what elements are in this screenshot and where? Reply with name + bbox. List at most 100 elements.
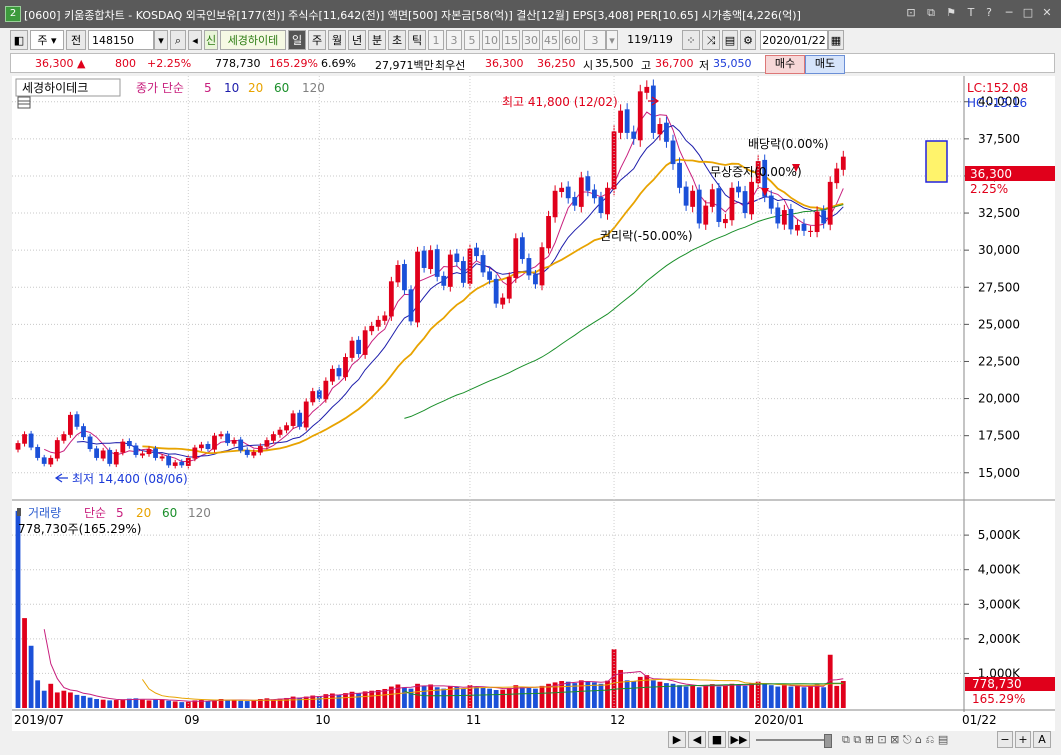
tab-period-minute[interactable]: 분	[368, 30, 386, 50]
buy-button[interactable]: 매수	[765, 55, 805, 74]
volume-bar	[231, 699, 237, 708]
tab-period-day[interactable]: 일	[288, 30, 306, 50]
fast-forward-button[interactable]: ▶▶	[728, 731, 750, 748]
maximize-icon[interactable]: □	[1019, 5, 1037, 21]
candle-body	[683, 186, 689, 206]
candle-body	[572, 197, 578, 206]
volume-bar	[159, 699, 165, 708]
tool-icons[interactable]: ⧉ ⧉ ⊞ ⊡ ⊠ ⎋ ⌂ ⎌ ▤	[842, 733, 992, 747]
stock-name-field[interactable]: 세경하이테	[220, 30, 286, 50]
candle-body	[54, 440, 60, 459]
volume-bar	[526, 687, 532, 708]
time-tick-label: 01/22	[962, 713, 997, 727]
chart-canvas[interactable]: 15,000 17,500 20,000 22,500 25,000 27,500 30,0…	[12, 76, 1055, 731]
window-link-icon[interactable]: ⧉	[922, 5, 940, 21]
current-price: 36,300	[35, 57, 74, 70]
candle-body	[336, 368, 342, 377]
volume-bar	[297, 697, 303, 708]
volume-bar	[100, 699, 106, 708]
candle-body	[664, 122, 669, 142]
play-button[interactable]: ▶	[668, 731, 686, 748]
candle-body	[723, 218, 728, 224]
window-text-icon[interactable]: T	[962, 5, 980, 21]
candle-body	[140, 453, 145, 456]
volume-bar	[592, 682, 597, 708]
interval-button[interactable]: 60	[562, 30, 580, 50]
time-tick-label: 09	[184, 713, 199, 727]
prev-button[interactable]: 전	[66, 30, 86, 50]
candle-body	[382, 315, 388, 321]
interval-button[interactable]: 15	[502, 30, 520, 50]
custom-interval-dropdown-icon[interactable]: ▾	[606, 30, 618, 50]
candle-body	[657, 124, 663, 135]
tab-period-tick[interactable]: 틱	[408, 30, 426, 50]
candle-body	[742, 191, 748, 214]
search-icon[interactable]: ⌕	[170, 30, 186, 50]
auto-scale-button[interactable]: A	[1033, 731, 1051, 748]
interval-button[interactable]: 45	[542, 30, 560, 50]
stop-button[interactable]: ■	[708, 731, 726, 748]
candle-body	[447, 254, 453, 287]
chart-area[interactable]: 15,000 17,500 20,000 22,500 25,000 27,500 30,0…	[12, 76, 1055, 731]
stock-code-input[interactable]: 148150	[88, 30, 154, 50]
crosshair-icon[interactable]: ⤨	[702, 30, 720, 50]
candle-body	[408, 289, 414, 322]
tab-period-year[interactable]: 년	[348, 30, 366, 50]
window-flag-icon[interactable]: ⚑	[942, 5, 960, 21]
minimize-icon[interactable]: ─	[1000, 5, 1018, 21]
volume-bar	[421, 685, 427, 708]
candle-body	[166, 455, 172, 466]
period-select[interactable]: 주 ▾	[30, 30, 64, 50]
tab-period-second[interactable]: 초	[388, 30, 406, 50]
candle-body	[81, 426, 86, 438]
candle-body	[41, 457, 47, 464]
candle-body	[539, 247, 545, 286]
candle-body	[199, 444, 204, 449]
layout-icon[interactable]: ◧	[10, 30, 28, 50]
close-icon[interactable]: ✕	[1038, 5, 1056, 21]
volume-bar	[690, 685, 696, 708]
grid-icon[interactable]: ⁘	[682, 30, 700, 50]
tab-period-month[interactable]: 월	[328, 30, 346, 50]
candle-body	[74, 414, 80, 427]
candle-body	[480, 255, 486, 273]
candle-body	[192, 447, 198, 459]
interval-button[interactable]: 3	[446, 30, 462, 50]
volume-bar	[41, 690, 47, 708]
code-dropdown-icon[interactable]: ▾	[154, 30, 168, 50]
candle-body	[631, 131, 637, 139]
interval-button[interactable]: 10	[482, 30, 500, 50]
zoom-out-button[interactable]: −	[997, 731, 1013, 748]
volume-grid: 1,000K2,000K3,000K4,000K5,000K	[12, 528, 1021, 680]
save-icon[interactable]: ▤	[722, 30, 738, 50]
help-icon[interactable]: ?	[980, 5, 998, 21]
candle-body	[827, 181, 833, 225]
custom-interval-input[interactable]: 3	[584, 30, 606, 50]
last-price-value: 36,300	[970, 167, 1012, 181]
interval-button[interactable]: 5	[464, 30, 480, 50]
sell-button[interactable]: 매도	[805, 55, 845, 74]
chart-toolbar: ◧ 주 ▾ 전 148150 ▾ ⌕ ◂ 신 세경하이테 일 주 월 년 분 초…	[10, 30, 1055, 52]
sound-icon[interactable]: ◂	[188, 30, 202, 50]
volume-bar	[565, 681, 571, 708]
candle-body	[356, 339, 361, 355]
interval-button[interactable]: 1	[428, 30, 444, 50]
candle-body	[454, 253, 460, 263]
settings-icon[interactable]: ⚙	[740, 30, 756, 50]
candle-body	[244, 449, 250, 455]
date-input[interactable]: 2020/01/22	[760, 30, 828, 50]
interval-button[interactable]: 30	[522, 30, 540, 50]
volume-series	[15, 510, 846, 708]
candle-body	[251, 451, 257, 456]
calendar-icon[interactable]: ▦	[828, 30, 844, 50]
candle-body	[402, 264, 407, 291]
tab-period-week[interactable]: 주	[308, 30, 326, 50]
candle-body	[22, 434, 27, 444]
scroll-thumb[interactable]	[824, 734, 832, 748]
event-rights: 무상증자(0.00%)	[710, 165, 802, 179]
zoom-in-button[interactable]: +	[1015, 731, 1031, 748]
scroll-left-button[interactable]: ◀	[688, 731, 706, 748]
scroll-track[interactable]	[756, 739, 826, 741]
candle-body	[546, 216, 551, 249]
window-pin-icon[interactable]: ⊡	[902, 5, 920, 21]
